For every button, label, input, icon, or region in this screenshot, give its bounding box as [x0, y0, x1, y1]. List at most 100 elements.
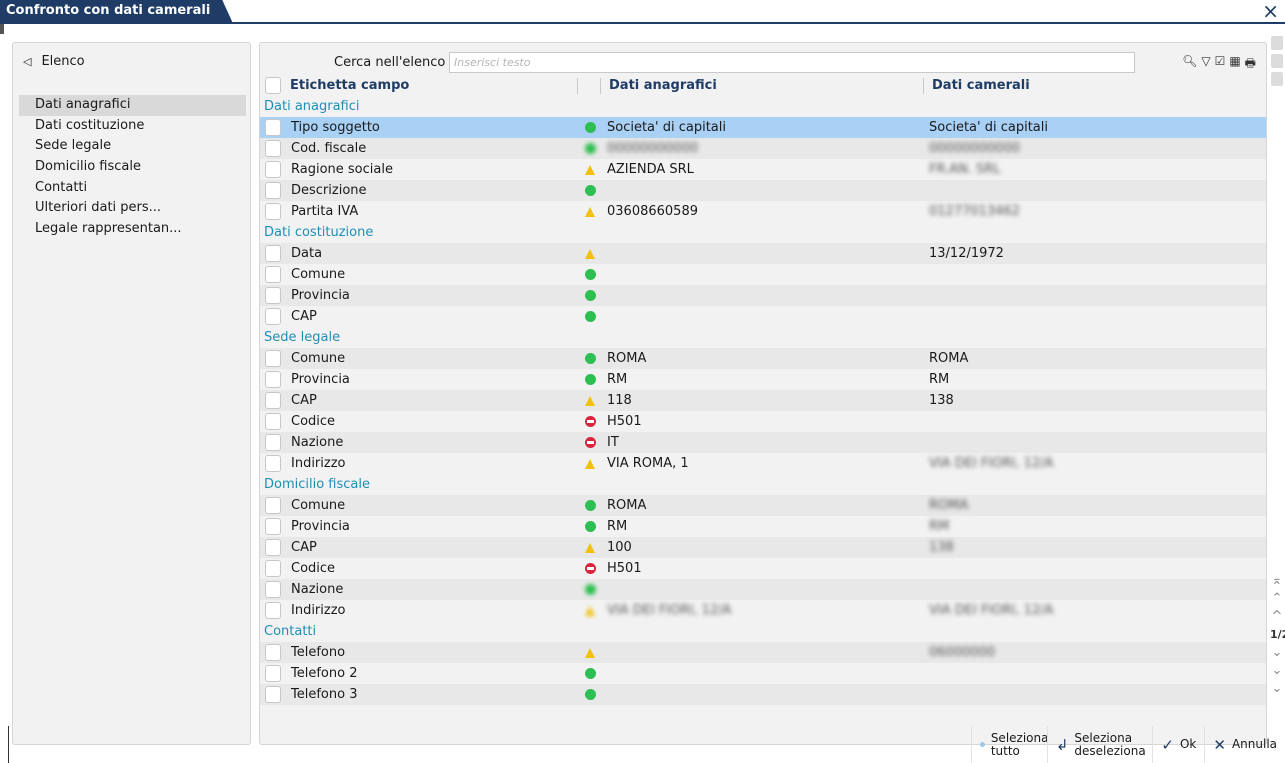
- search-input[interactable]: [449, 52, 1135, 73]
- row-checkbox[interactable]: [265, 203, 281, 220]
- sidebar-item[interactable]: Ulteriori dati pers...: [19, 198, 246, 219]
- match-ok-icon: [583, 306, 597, 327]
- field-label: CAP: [291, 393, 317, 408]
- close-icon[interactable]: ×: [1262, 0, 1279, 22]
- anag-value: VIA DEI FIORI, 12/A: [607, 603, 732, 618]
- table-row[interactable]: Nazione IT: [260, 432, 1266, 453]
- warning-icon: [583, 453, 597, 474]
- row-checkbox[interactable]: [265, 245, 281, 262]
- row-checkbox[interactable]: [265, 350, 281, 367]
- row-checkbox[interactable]: [265, 182, 281, 199]
- table-row[interactable]: Partita IVA 03608660589 01277013462: [260, 201, 1266, 222]
- table-row[interactable]: Indirizzo VIA DEI FIORI, 12/A VIA DEI FIOR…: [260, 600, 1266, 621]
- column-divider[interactable]: [923, 78, 924, 94]
- row-checkbox[interactable]: [265, 392, 281, 409]
- sidebar-item[interactable]: Dati costituzione: [19, 116, 246, 137]
- match-ok-icon: [583, 264, 597, 285]
- row-checkbox[interactable]: [265, 581, 281, 598]
- toggle-select-button[interactable]: ↲ Seleziona deseleziona: [1046, 726, 1153, 763]
- field-label: Tipo soggetto: [291, 120, 380, 135]
- ok-button[interactable]: ✓ Ok: [1152, 726, 1204, 763]
- table-row[interactable]: Comune ROMA ROMA: [260, 348, 1266, 369]
- cancel-label: Annulla: [1231, 737, 1277, 751]
- table-row[interactable]: Descrizione: [260, 180, 1266, 201]
- row-checkbox[interactable]: [265, 266, 281, 283]
- scroll-segment[interactable]: [1271, 72, 1283, 86]
- cancel-button[interactable]: ✕ Annulla: [1204, 726, 1285, 763]
- table-row[interactable]: Ragione sociale AZIENDA SRL FR.AN. SRL: [260, 159, 1266, 180]
- search-icon[interactable]: 🔍︎: [1182, 54, 1197, 75]
- row-checkbox[interactable]: [265, 518, 281, 535]
- sidebar-item[interactable]: Dati anagrafici: [19, 95, 246, 116]
- table-row[interactable]: Telefono 2: [260, 663, 1266, 684]
- check-icon[interactable]: ☑: [1215, 54, 1226, 75]
- scroll-segment[interactable]: [1271, 54, 1283, 68]
- table-row[interactable]: Provincia RM RM: [260, 516, 1266, 537]
- warning-icon: [583, 201, 597, 222]
- header-cam[interactable]: Dati camerali: [932, 75, 1030, 96]
- field-label: Nazione: [291, 435, 344, 450]
- scroll-segment[interactable]: [1271, 36, 1283, 50]
- table-row[interactable]: Nazione: [260, 579, 1266, 600]
- section-title: Dati anagrafici: [264, 99, 360, 114]
- row-checkbox[interactable]: [265, 434, 281, 451]
- table-row[interactable]: Cod. fiscale 00000000000 00000000000: [260, 138, 1266, 159]
- anag-value: 100: [607, 540, 632, 555]
- cam-value: ROMA: [929, 498, 969, 513]
- match-ok-icon: [583, 285, 597, 306]
- row-checkbox[interactable]: [265, 287, 281, 304]
- row-checkbox[interactable]: [265, 119, 281, 136]
- row-checkbox[interactable]: [265, 497, 281, 514]
- last-page-icon[interactable]: ⌄: [1270, 680, 1284, 698]
- sidebar-item[interactable]: Legale rappresentan...: [19, 219, 246, 240]
- table-row[interactable]: CAP: [260, 306, 1266, 327]
- print-icon[interactable]: 🖶︎: [1245, 54, 1256, 75]
- row-checkbox[interactable]: [265, 560, 281, 577]
- row-checkbox[interactable]: [265, 644, 281, 661]
- export-icon[interactable]: ▦: [1229, 54, 1240, 75]
- row-checkbox[interactable]: [265, 455, 281, 472]
- table-row[interactable]: Comune ROMA ROMA: [260, 495, 1266, 516]
- filter-icon[interactable]: ▽: [1201, 54, 1210, 75]
- header-anag[interactable]: Dati anagrafici: [609, 75, 717, 96]
- row-checkbox[interactable]: [265, 371, 281, 388]
- row-checkbox[interactable]: [265, 686, 281, 703]
- header-label[interactable]: Etichetta campo: [290, 75, 409, 96]
- table-row[interactable]: CAP 100 138: [260, 537, 1266, 558]
- row-checkbox[interactable]: [265, 602, 281, 619]
- column-divider[interactable]: [577, 78, 578, 94]
- row-checkbox[interactable]: [265, 140, 281, 157]
- prev-icon[interactable]: ^: [1270, 608, 1284, 626]
- table-row[interactable]: Data 13/12/1972: [260, 243, 1266, 264]
- table-row[interactable]: Tipo soggetto Societa' di capitali Societa…: [260, 117, 1266, 138]
- row-checkbox[interactable]: [265, 539, 281, 556]
- page-down-icon[interactable]: ⌄: [1270, 662, 1284, 680]
- sidebar-item[interactable]: Sede legale: [19, 136, 246, 157]
- row-checkbox[interactable]: [265, 161, 281, 178]
- first-page-icon[interactable]: ⌅: [1270, 572, 1284, 590]
- warning-icon: [583, 600, 597, 621]
- select-all-button[interactable]: Seleziona tutto: [970, 726, 1048, 763]
- cam-value: VIA DEI FIORI, 12/A: [929, 603, 1054, 618]
- sidebar-item[interactable]: Domicilio fiscale: [19, 157, 246, 178]
- table-row[interactable]: CAP 118 138: [260, 390, 1266, 411]
- table-row[interactable]: Telefono 06000000: [260, 642, 1266, 663]
- next-icon[interactable]: ⌄: [1270, 644, 1284, 662]
- column-divider[interactable]: [600, 78, 601, 94]
- window-title: Confronto con dati camerali: [0, 0, 232, 22]
- row-checkbox[interactable]: [265, 665, 281, 682]
- table-row[interactable]: Indirizzo VIA ROMA, 1 VIA DEI FIORI, 12/A: [260, 453, 1266, 474]
- table-row[interactable]: Provincia: [260, 285, 1266, 306]
- table-row[interactable]: Codice H501: [260, 558, 1266, 579]
- table-row[interactable]: Codice H501: [260, 411, 1266, 432]
- table-row[interactable]: Comune: [260, 264, 1266, 285]
- select-all-checkbox[interactable]: [265, 77, 281, 94]
- table-row[interactable]: Telefono 3: [260, 684, 1266, 705]
- row-checkbox[interactable]: [265, 413, 281, 430]
- back-to-list-button[interactable]: ◁ Elenco: [23, 54, 85, 69]
- row-checkbox[interactable]: [265, 308, 281, 325]
- sidebar-item[interactable]: Contatti: [19, 178, 246, 199]
- anag-value: 118: [607, 393, 632, 408]
- table-row[interactable]: Provincia RM RM: [260, 369, 1266, 390]
- page-up-icon[interactable]: ⌃: [1270, 590, 1284, 608]
